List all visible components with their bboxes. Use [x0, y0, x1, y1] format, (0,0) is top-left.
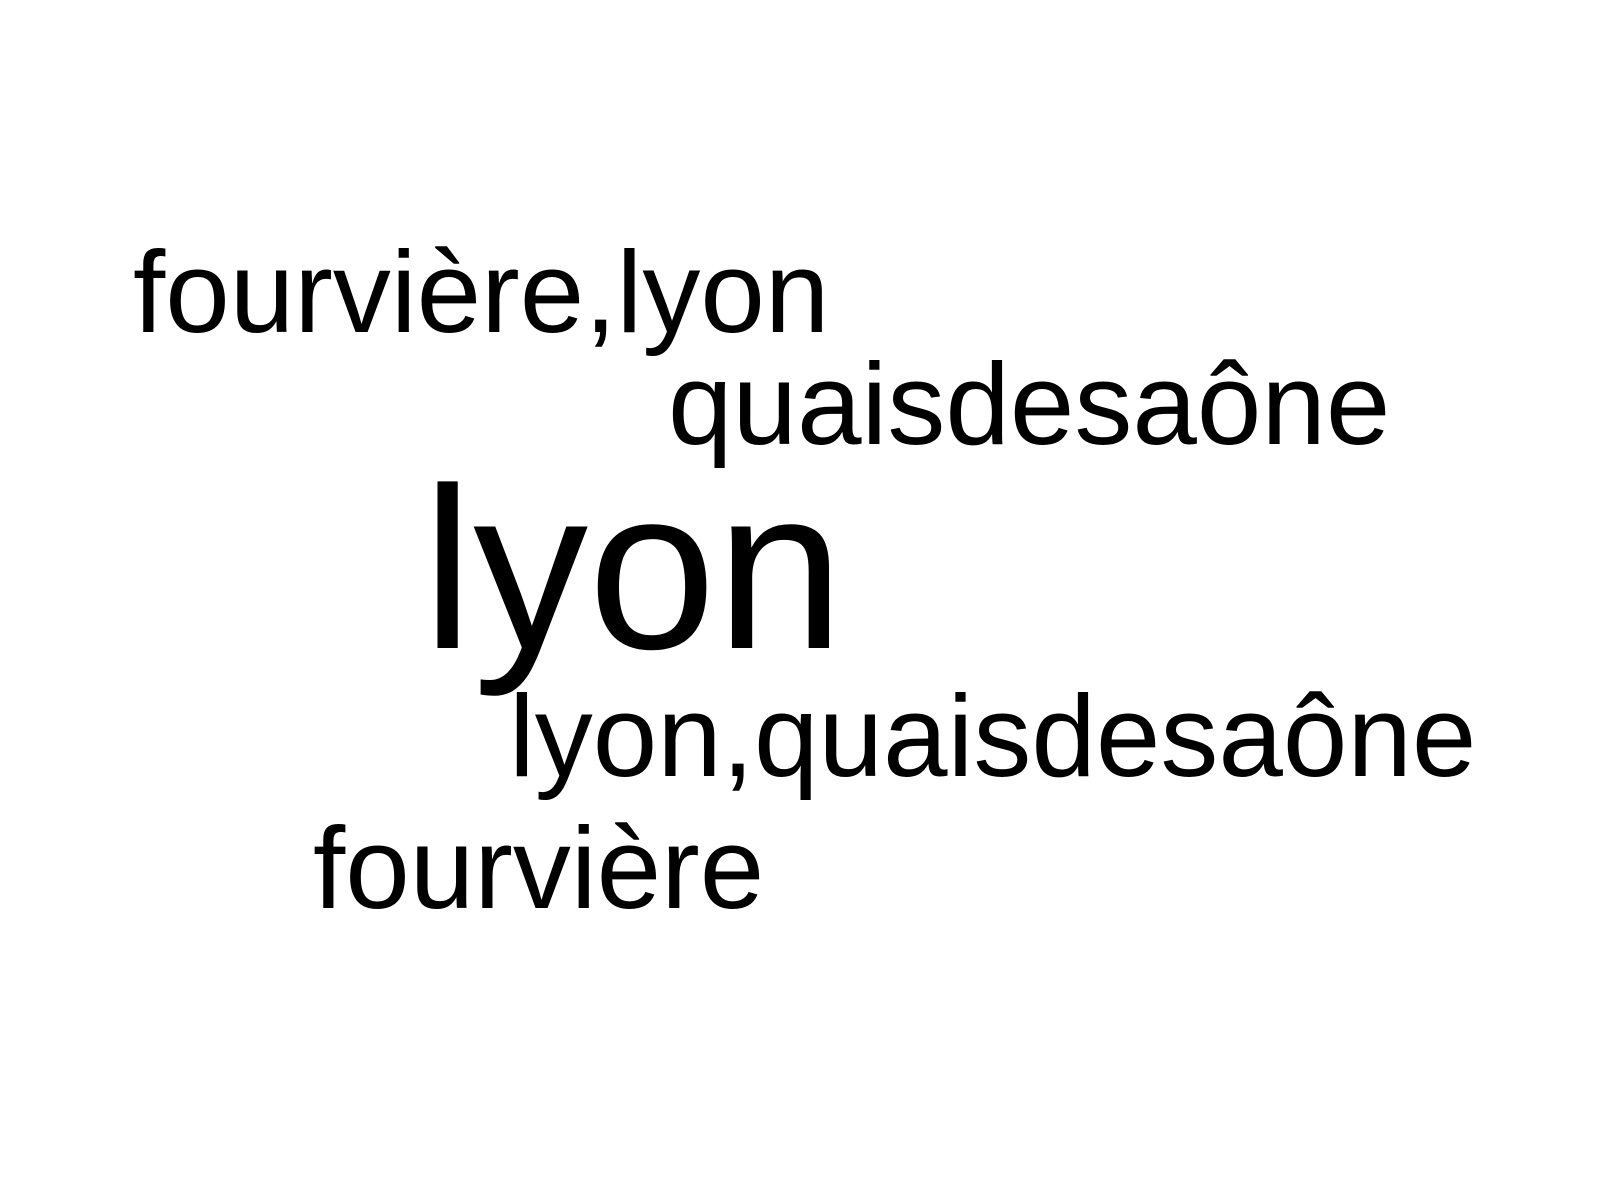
word-fourviere-lyon: fourvière,lyon: [133, 227, 830, 357]
word-fourviere: fourvière: [313, 803, 765, 933]
word-cloud: fourvière,lyon quaisdesaône lyon lyon,qu…: [0, 0, 1600, 1200]
word-lyon-quaisdesaone: lyon,quaisdesaône: [509, 671, 1477, 801]
word-lyon: lyon: [422, 440, 844, 697]
